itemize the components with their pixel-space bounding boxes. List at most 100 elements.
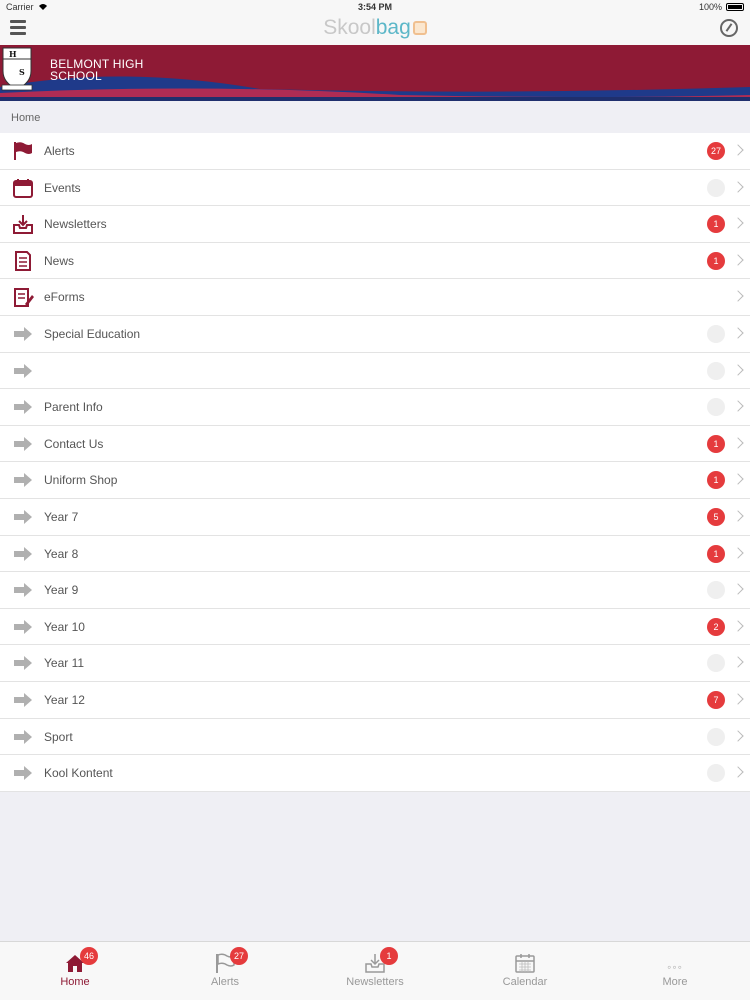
tab-more[interactable]: ◦◦◦ More xyxy=(600,942,750,1000)
arrow-icon xyxy=(12,653,34,673)
arrow-icon xyxy=(12,727,34,747)
menu-row-label: Sport xyxy=(44,729,73,744)
menu-row-news[interactable]: News 1 xyxy=(0,243,750,280)
tab-calendar[interactable]: Calendar xyxy=(450,942,600,1000)
menu-row-label: Kool Kontent xyxy=(44,766,113,781)
count-badge xyxy=(707,361,725,380)
count-badge xyxy=(707,764,725,783)
arrow-icon xyxy=(12,324,34,344)
tab-alerts[interactable]: 27 Alerts xyxy=(150,942,300,1000)
menu-row-year-9[interactable]: Year 9 xyxy=(0,572,750,609)
brand-part1: Skool xyxy=(323,16,376,39)
arrow-icon xyxy=(12,470,34,490)
count-badge: 27 xyxy=(707,142,725,160)
count-badge: 1 xyxy=(707,215,725,234)
menu-row-label: Newsletters xyxy=(44,217,107,232)
menu-row-year-10[interactable]: Year 10 2 xyxy=(0,609,750,646)
tab-label: Home xyxy=(60,976,90,988)
menu-row-year-11[interactable]: Year 11 xyxy=(0,645,750,682)
form-pencil-icon xyxy=(12,287,34,308)
svg-text:S: S xyxy=(19,67,25,77)
chevron-right-icon xyxy=(732,510,744,522)
menu-row-contact-us[interactable]: Contact Us 1 xyxy=(0,426,750,463)
menu-row-label: Year 8 xyxy=(44,546,79,561)
arrow-icon xyxy=(12,763,34,783)
chevron-right-icon xyxy=(732,363,744,376)
menu-row-year-8[interactable]: Year 8 1 xyxy=(0,536,750,573)
menu-row-newsletters[interactable]: Newsletters 1 xyxy=(0,206,750,243)
brand-part2: bag xyxy=(375,16,411,39)
count-badge: 1 xyxy=(707,251,725,270)
school-banner: H S BELMONT HIGH SCHOOL xyxy=(0,45,750,101)
menu-row-unnamed[interactable] xyxy=(0,353,750,390)
count-badge: 5 xyxy=(707,507,725,526)
tab-label: Alerts xyxy=(210,976,240,988)
menu-row-eforms[interactable]: eForms xyxy=(0,279,750,316)
menu-row-label: eForms xyxy=(44,290,85,305)
count-badge: 7 xyxy=(707,690,725,709)
svg-text:H: H xyxy=(9,49,17,59)
menu-row-label: Events xyxy=(44,180,81,195)
settings-icon[interactable] xyxy=(720,19,738,37)
bag-icon xyxy=(412,21,427,35)
status-time: 3:54 PM xyxy=(357,2,392,12)
school-name: BELMONT HIGH SCHOOL xyxy=(50,58,144,82)
skoolbag-logo: Skoolbag xyxy=(0,16,750,40)
menu-row-special-education[interactable]: Special Education xyxy=(0,316,750,353)
count-badge: 2 xyxy=(707,617,725,636)
chevron-right-icon xyxy=(732,583,744,595)
count-badge: 1 xyxy=(707,434,725,453)
chevron-right-icon xyxy=(732,144,744,156)
arrow-icon xyxy=(12,361,34,381)
breadcrumb: Home xyxy=(11,112,41,124)
tab-newsletters[interactable]: 1 Newsletters xyxy=(300,942,450,1000)
chevron-right-icon xyxy=(732,327,744,339)
menu-row-label: Year 10 xyxy=(44,619,85,634)
chevron-right-icon xyxy=(732,437,744,449)
chevron-right-icon xyxy=(732,290,744,303)
school-crest-logo: H S xyxy=(1,47,33,91)
arrow-icon xyxy=(12,580,34,600)
tab-badge: 27 xyxy=(230,947,248,965)
bottom-tab-bar: 46 Home 27 Alerts 1 Newsletters Calendar ◦◦◦ Mor… xyxy=(0,941,750,1000)
menu-row-label: Year 7 xyxy=(44,509,79,524)
menu-row-uniform-shop[interactable]: Uniform Shop 1 xyxy=(0,462,750,499)
count-badge xyxy=(707,324,725,343)
chevron-right-icon xyxy=(732,729,744,742)
menu-list: Alerts 27 Events Newsletters 1 News 1 eForms Spe… xyxy=(0,133,750,792)
menu-row-sport[interactable]: Sport xyxy=(0,719,750,756)
menu-row-parent-info[interactable]: Parent Info xyxy=(0,389,750,426)
top-navbar: Skoolbag xyxy=(0,14,750,45)
arrow-icon xyxy=(12,397,34,417)
menu-row-label: Year 9 xyxy=(44,583,79,598)
menu-row-label: Year 11 xyxy=(44,656,85,671)
document-icon xyxy=(12,250,34,271)
count-badge xyxy=(707,581,725,600)
chevron-right-icon xyxy=(732,473,744,486)
menu-row-alerts[interactable]: Alerts 27 xyxy=(0,133,750,170)
battery-icon xyxy=(726,3,744,11)
tab-label: Calendar xyxy=(502,976,548,988)
menu-row-events[interactable]: Events xyxy=(0,170,750,207)
menu-row-kool-kontent[interactable]: Kool Kontent xyxy=(0,755,750,792)
school-name-line2: SCHOOL xyxy=(50,69,102,83)
count-badge: 1 xyxy=(707,544,725,563)
menu-row-label: Year 12 xyxy=(44,692,85,707)
menu-row-label: Special Education xyxy=(44,326,141,341)
count-badge xyxy=(707,654,725,673)
menu-row-year-7[interactable]: Year 7 5 xyxy=(0,499,750,536)
tab-home[interactable]: 46 Home xyxy=(0,942,150,1000)
tab-badge: 1 xyxy=(380,947,398,965)
menu-row-year-12[interactable]: Year 12 7 xyxy=(0,682,750,719)
arrow-icon xyxy=(12,434,34,454)
battery-percent: 100% xyxy=(698,2,722,12)
arrow-icon xyxy=(12,507,34,527)
chevron-right-icon xyxy=(732,400,744,412)
count-badge xyxy=(707,727,725,746)
chevron-right-icon xyxy=(732,546,744,559)
chevron-right-icon xyxy=(732,766,744,778)
chevron-right-icon xyxy=(732,254,744,266)
tab-label: Newsletters xyxy=(346,976,404,988)
inbox-download-icon xyxy=(12,214,34,235)
menu-row-label: Contact Us xyxy=(44,436,104,451)
